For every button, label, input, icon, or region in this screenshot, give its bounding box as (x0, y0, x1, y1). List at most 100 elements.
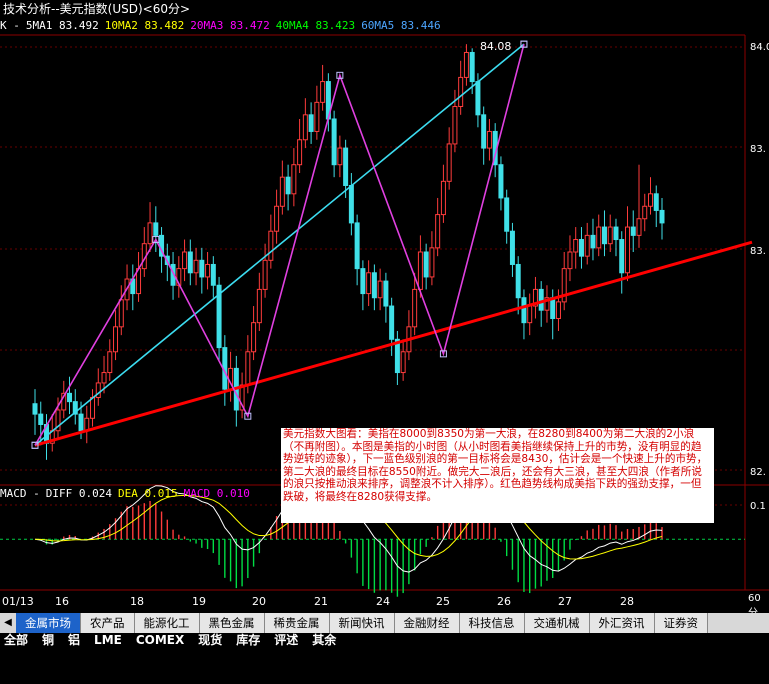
status-item[interactable]: 其余 (312, 633, 336, 647)
y-tick-label: 84.0 (750, 42, 769, 53)
candle-body (400, 351, 406, 374)
candle-body (187, 251, 193, 274)
candle-body (107, 351, 113, 374)
tab-item[interactable]: 能源化工 (134, 613, 200, 633)
status-item[interactable]: 铝 (68, 633, 80, 647)
candle-body (624, 226, 630, 274)
status-item[interactable]: 全部 (4, 633, 28, 647)
candle-body (268, 230, 274, 261)
candle-body (481, 114, 487, 149)
candle-body (285, 176, 291, 195)
candle-body (256, 288, 262, 324)
candle-body (567, 251, 573, 270)
candle-body (274, 205, 280, 232)
candle-body (38, 413, 44, 426)
candle-body (636, 218, 642, 236)
tab-item[interactable]: 新闻快讯 (329, 613, 395, 633)
candle-body (210, 263, 216, 286)
candle-body (458, 76, 464, 108)
candle-body (555, 301, 561, 320)
candle-body (601, 226, 607, 245)
candle-body (659, 209, 665, 224)
tab-scroll-arrow-icon[interactable]: ◀ (0, 613, 16, 633)
x-tick-label: 28 (620, 595, 634, 608)
x-tick-label: 18 (130, 595, 144, 608)
status-item[interactable]: COMEX (136, 633, 184, 647)
candle-body (440, 180, 446, 216)
tab-item[interactable]: 金融财经 (394, 613, 460, 633)
candle-body (584, 234, 590, 257)
candle-body (550, 297, 556, 320)
status-item[interactable]: LME (94, 633, 122, 647)
y-tick-label: 83. (750, 144, 766, 155)
candle-body (354, 222, 360, 270)
candle-body (521, 297, 527, 324)
candle-body (302, 114, 308, 141)
candle-body (320, 81, 326, 103)
tab-item[interactable]: 黑色金属 (199, 613, 265, 633)
candle-body (607, 226, 613, 245)
status-item[interactable]: 评述 (274, 633, 298, 647)
tab-item[interactable]: 外汇资讯 (589, 613, 655, 633)
candle-body (182, 251, 188, 270)
tab-item[interactable]: 科技信息 (459, 613, 525, 633)
candle-body (590, 234, 596, 249)
candle-body (619, 239, 625, 274)
candle-body (475, 81, 481, 116)
tab-item[interactable]: 金属市场 (16, 613, 81, 633)
y-tick-label: 82. (750, 467, 766, 478)
candle-body (527, 305, 533, 324)
y-tick-label: 83. (750, 246, 766, 257)
candle-body (297, 139, 303, 166)
candle-body (147, 222, 153, 245)
candle-body (32, 403, 38, 415)
candle-body (113, 326, 119, 353)
status-row: 全部铜铝 LME COMEX 现货 库存 评述 其余 (0, 633, 350, 647)
candle-body (377, 280, 383, 299)
candle-body (337, 147, 343, 166)
candle-body (486, 130, 492, 149)
x-tick-label: 20 (252, 595, 266, 608)
candle-body (647, 193, 653, 207)
legend-item: DIFF 0.024 (45, 487, 112, 500)
legend-item: MACD 0.010 (183, 487, 250, 500)
candle-body (366, 272, 372, 295)
candle-body (199, 259, 205, 278)
legend-item: DEA 0.015 (117, 487, 178, 500)
x-tick-label: 27 (558, 595, 572, 608)
candle-body (343, 147, 349, 186)
blue-wave-line (34, 43, 525, 446)
x-tick-label: 24 (376, 595, 390, 608)
candle-body (193, 259, 199, 274)
candle-body (245, 351, 251, 386)
candle-body (417, 251, 423, 290)
candle-body (435, 214, 441, 249)
category-tabbar: ◀ 金属市场 农产品 能源化工 黑色金属 稀贵金属 新闻快讯 金融财经 科技信息 交通机械 外汇资讯… (0, 613, 769, 633)
candle-body (67, 392, 73, 403)
candle-body (596, 226, 602, 249)
status-item[interactable]: 库存 (236, 633, 260, 647)
peak-label: 84.08 (480, 40, 512, 53)
candle-body (630, 226, 636, 236)
tab-item[interactable]: 农产品 (81, 613, 135, 633)
candle-body (101, 372, 107, 384)
tab-item[interactable]: 交通机械 (524, 613, 590, 633)
candle-body (348, 184, 354, 224)
candle-body (573, 239, 579, 253)
legend-item: MACD - (0, 487, 40, 500)
tab-item[interactable]: 证券资 (654, 613, 708, 633)
y-tick-label: 0.1 (750, 501, 766, 512)
status-item[interactable]: 现货 (198, 633, 222, 647)
support-trendline (34, 240, 753, 447)
tab-item[interactable]: 稀贵金属 (264, 613, 330, 633)
candle-body (653, 193, 659, 211)
status-item[interactable]: 铜 (42, 633, 54, 647)
candle-body (118, 299, 124, 328)
candle-body (423, 251, 429, 278)
x-tick-label: 21 (314, 595, 328, 608)
candle-body (205, 263, 211, 278)
x-tick-label: 19 (192, 595, 206, 608)
candle-body (90, 396, 96, 419)
candle-body (613, 226, 619, 241)
candle-body (308, 114, 314, 132)
